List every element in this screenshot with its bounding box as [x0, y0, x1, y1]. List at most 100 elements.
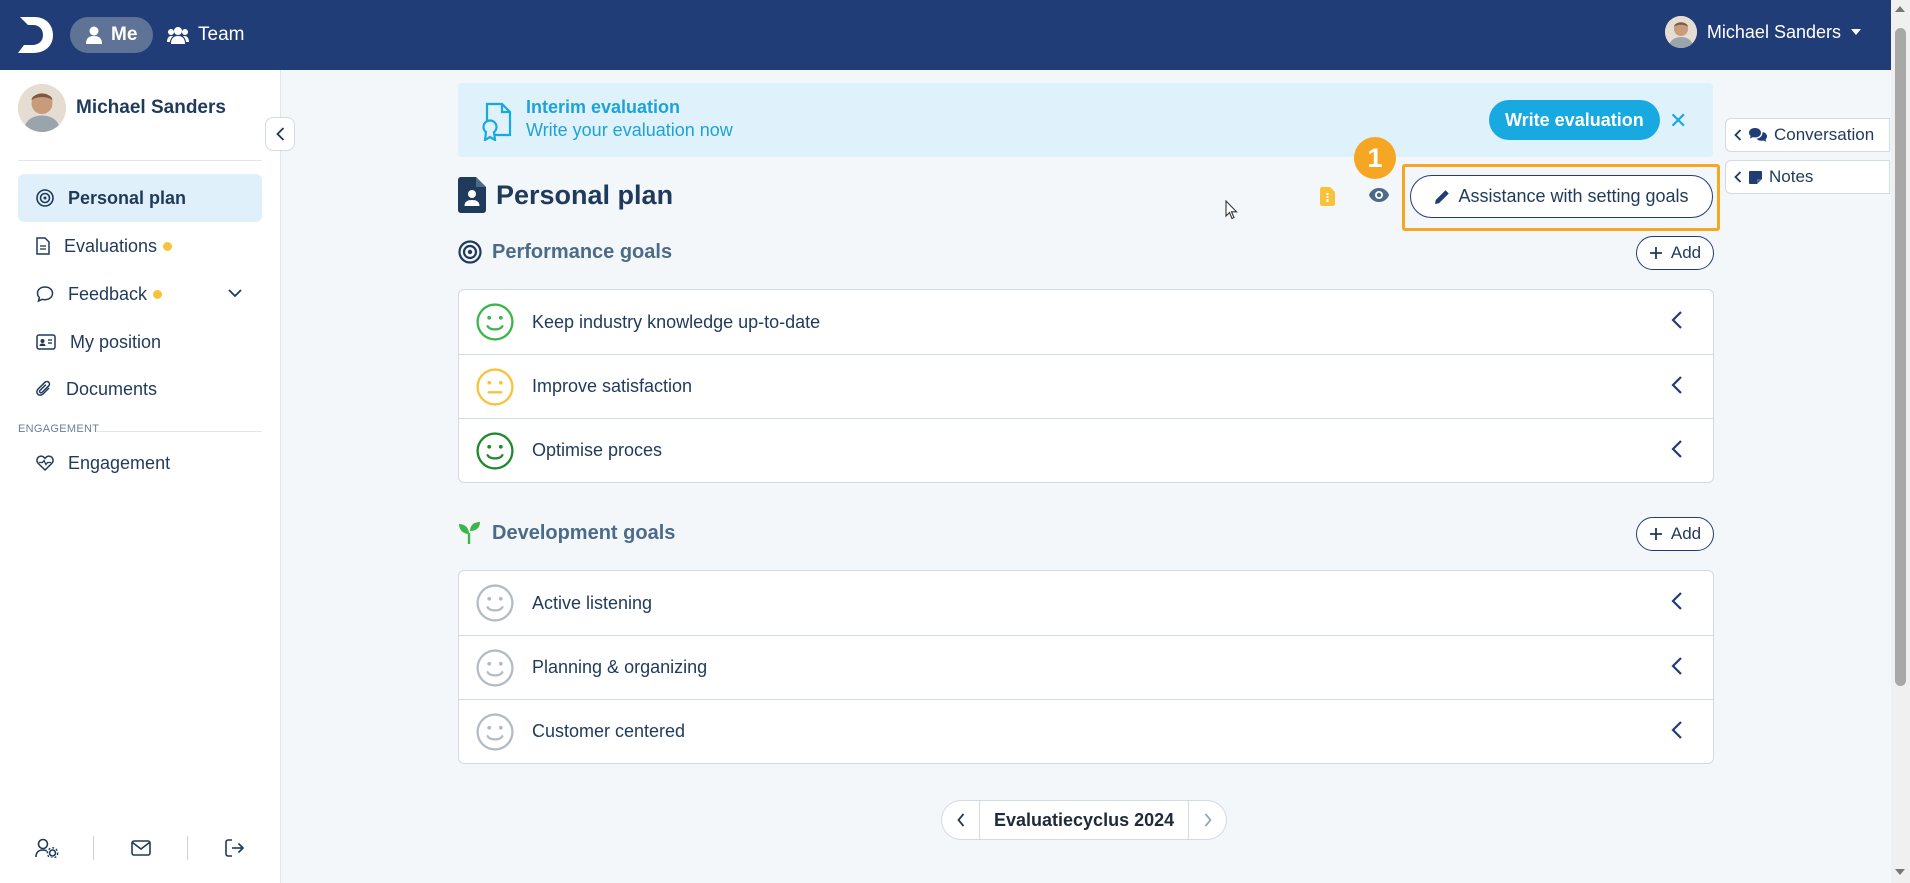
- target-icon: [458, 240, 482, 264]
- goal-label: Optimise proces: [532, 440, 663, 460]
- nav-me[interactable]: Me: [70, 17, 154, 53]
- sidebar-item-my-position[interactable]: My position: [18, 318, 262, 366]
- chevron-down-icon[interactable]: [228, 289, 242, 298]
- goal-row[interactable]: Active listening: [459, 571, 1713, 635]
- mail-icon: [130, 840, 151, 856]
- goal-row[interactable]: Optimise proces: [459, 418, 1713, 482]
- mail-button[interactable]: [94, 836, 187, 860]
- notification-dot: [153, 290, 163, 300]
- close-icon[interactable]: ✕: [1669, 108, 1687, 134]
- scroll-thumb[interactable]: [1895, 28, 1906, 686]
- sidebar-item-label: Feedback: [68, 284, 163, 305]
- eye-icon[interactable]: [1368, 187, 1390, 203]
- add-label: Add: [1670, 524, 1702, 543]
- assist-button-label: Assistance with setting goals: [1458, 186, 1689, 206]
- smiley-status-icon: [476, 368, 514, 411]
- avatar: [1664, 16, 1697, 48]
- chevron-left-icon[interactable]: [1671, 439, 1683, 464]
- sidebar-item-evaluations[interactable]: Evaluations: [18, 222, 262, 270]
- certificate-file-icon: [482, 102, 512, 141]
- development-goals-heading: Development goals: [458, 521, 675, 545]
- file-icon: [36, 237, 50, 255]
- chevron-left-icon: [956, 813, 964, 827]
- pencil-icon: [1435, 189, 1450, 204]
- goal-label: Customer centered: [532, 721, 686, 741]
- nav-team[interactable]: Team: [151, 17, 260, 53]
- banner-subtitle: Write your evaluation now: [526, 120, 733, 140]
- goal-row[interactable]: Planning & organizing: [459, 635, 1713, 699]
- zip-file-icon[interactable]: [1320, 187, 1335, 206]
- nav-me-label: Me: [111, 24, 138, 45]
- user-menu[interactable]: Michael Sanders: [1664, 16, 1861, 48]
- tutorial-step-badge: 1: [1354, 137, 1396, 179]
- development-goal-list: Active listening Planning & organizing Cus…: [458, 570, 1714, 764]
- note-icon: [1749, 170, 1762, 184]
- sidebar-item-documents[interactable]: Documents: [18, 365, 262, 413]
- top-navigation-bar: Me Team Michael Sanders: [0, 0, 1891, 70]
- sidebar: Michael Sanders Personal plan Evaluation…: [0, 70, 281, 883]
- caret-down-icon: [1851, 29, 1861, 35]
- profile-name: Michael Sanders: [76, 97, 226, 118]
- sidebar-divider: [18, 160, 262, 161]
- notification-dot: [163, 242, 173, 252]
- logout-icon: [224, 839, 244, 857]
- chevron-left-icon[interactable]: [1671, 375, 1683, 400]
- cycle-label: Evaluatiecyclus 2024: [979, 801, 1190, 839]
- scroll-up-arrow[interactable]: [1895, 6, 1905, 12]
- target-icon: [36, 189, 54, 207]
- tab-notes[interactable]: Notes: [1725, 160, 1890, 194]
- goal-row[interactable]: Customer centered: [459, 699, 1713, 763]
- goal-label: Improve satisfaction: [532, 376, 693, 396]
- mouse-cursor-icon: [1225, 200, 1238, 220]
- user-file-icon: [458, 177, 486, 213]
- user-settings-icon: [34, 838, 58, 858]
- plus-icon: [1649, 247, 1662, 259]
- goal-row[interactable]: Keep industry knowledge up-to-date: [459, 290, 1713, 354]
- performance-goals-heading: Performance goals: [458, 240, 672, 264]
- goal-label: Active listening: [532, 592, 653, 613]
- chevron-left-icon[interactable]: [1671, 310, 1683, 335]
- add-development-goal-button[interactable]: Add: [1636, 517, 1714, 551]
- user-icon: [86, 26, 102, 44]
- users-icon: [167, 27, 189, 44]
- chevron-right-icon: [1204, 813, 1212, 827]
- page-heading: Personal plan: [458, 177, 673, 213]
- app-logo[interactable]: [16, 15, 54, 55]
- logout-button[interactable]: [188, 836, 281, 860]
- banner-title: Interim evaluation: [526, 97, 681, 117]
- sidebar-item-feedback[interactable]: Feedback: [18, 270, 262, 318]
- chevron-left-icon: [1734, 129, 1742, 141]
- page-scrollbar[interactable]: [1891, 0, 1910, 883]
- chevron-left-icon: [275, 127, 284, 141]
- assistance-setting-goals-button[interactable]: Assistance with setting goals: [1410, 175, 1713, 218]
- section-title: Development goals: [492, 521, 676, 544]
- write-evaluation-button[interactable]: Write evaluation: [1489, 100, 1660, 140]
- sidebar-section-label: ENGAGEMENT: [18, 423, 100, 435]
- profile-avatar: [18, 84, 66, 132]
- chevron-left-icon[interactable]: [1671, 591, 1683, 616]
- interim-evaluation-banner: Interim evaluation Write your evaluation…: [458, 83, 1713, 157]
- tab-conversation[interactable]: Conversation: [1725, 118, 1890, 152]
- sidebar-item-label: Personal plan: [68, 187, 187, 208]
- previous-cycle-button[interactable]: [942, 801, 979, 839]
- goal-row[interactable]: Improve satisfaction: [459, 354, 1713, 418]
- chevron-left-icon[interactable]: [1671, 656, 1683, 681]
- heart-pulse-icon: [36, 455, 54, 471]
- user-settings-button[interactable]: [0, 836, 93, 860]
- nav-team-label: Team: [198, 24, 245, 45]
- scroll-down-arrow[interactable]: [1895, 869, 1905, 875]
- sidebar-profile[interactable]: Michael Sanders: [18, 84, 226, 132]
- sidebar-item-label: My position: [70, 331, 162, 352]
- add-performance-goal-button[interactable]: Add: [1636, 236, 1714, 270]
- user-menu-name: Michael Sanders: [1706, 21, 1841, 42]
- sidebar-item-engagement[interactable]: Engagement: [18, 439, 262, 487]
- sidebar-item-personal-plan[interactable]: Personal plan: [18, 174, 262, 222]
- smiley-status-icon: [476, 432, 514, 475]
- chat-icon: [36, 286, 54, 303]
- chevron-left-icon[interactable]: [1671, 720, 1683, 745]
- next-cycle-button[interactable]: [1189, 801, 1226, 839]
- sidebar-collapse-button[interactable]: [265, 117, 295, 151]
- sidebar-item-label: Documents: [66, 378, 158, 399]
- smiley-status-icon: [476, 584, 514, 627]
- smiley-status-icon: [476, 713, 514, 756]
